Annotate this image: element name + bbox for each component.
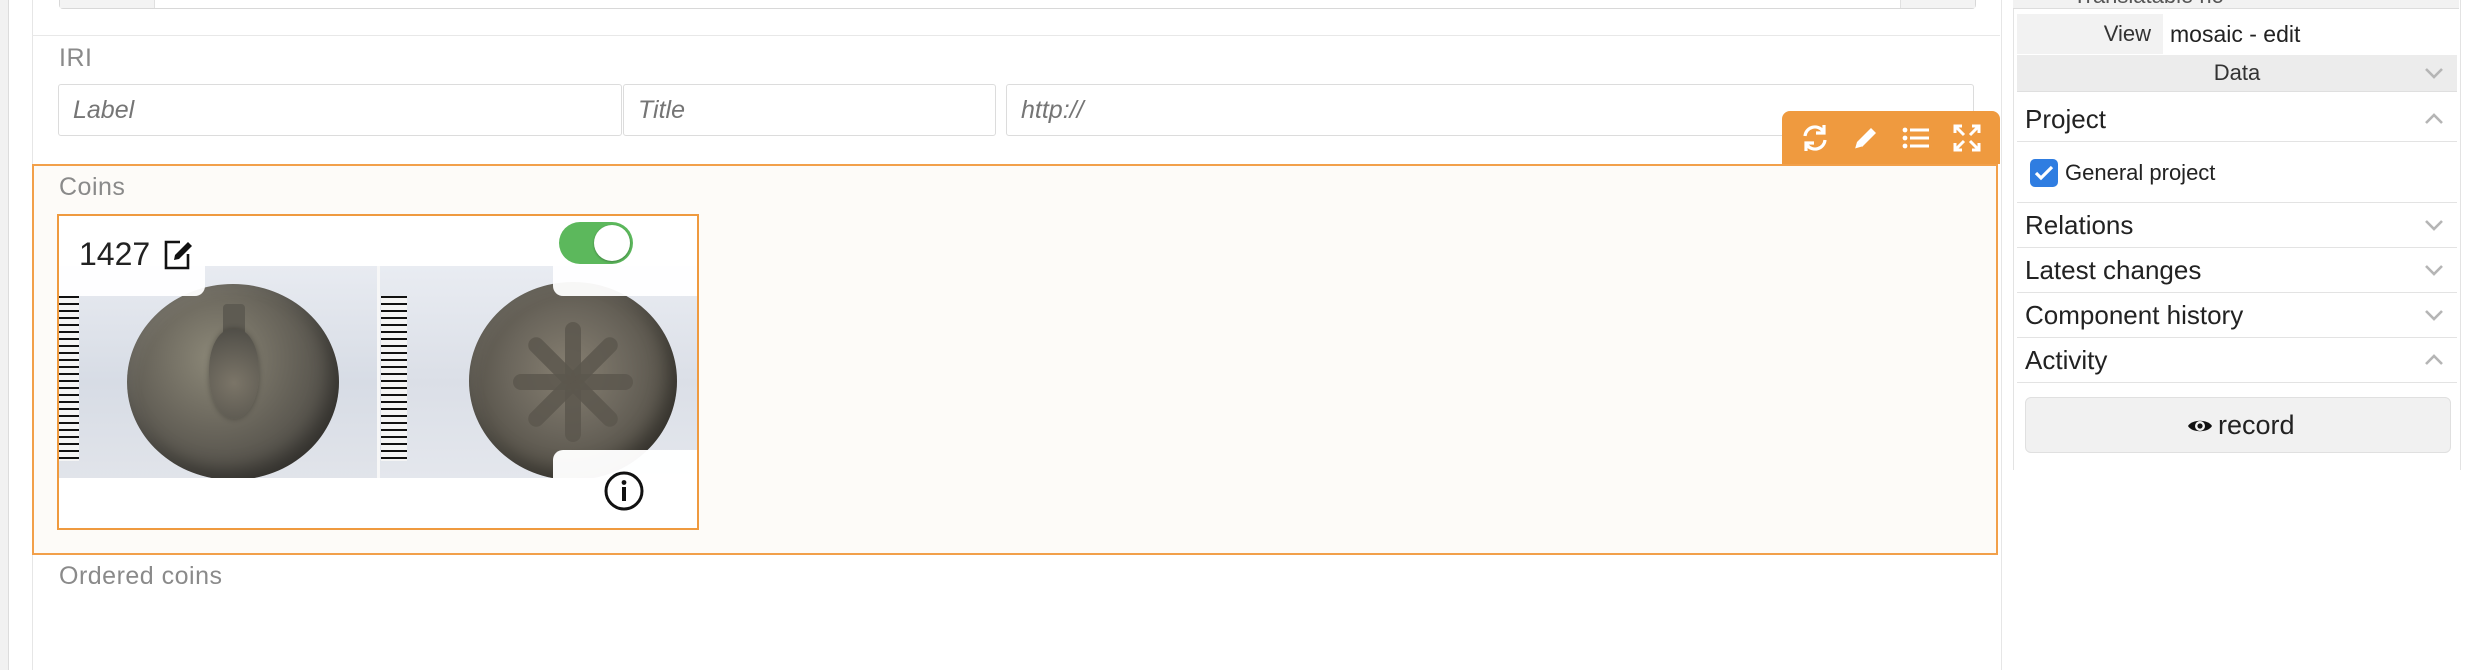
coin-card[interactable]: 1427 <box>57 214 699 530</box>
previous-field-right-segment <box>1900 0 1975 8</box>
sidebar-section-component-history[interactable]: Component history <box>2017 293 2457 338</box>
chevron-down-icon <box>2421 302 2447 328</box>
sidebar-top-row-cut: Translatable no <box>2013 0 2459 9</box>
record-button-label: record <box>2218 410 2295 440</box>
coin-photo-separator <box>377 266 380 478</box>
block-toolbar <box>1782 111 2000 164</box>
data-section-toggle[interactable]: Data <box>2017 55 2457 92</box>
chevron-up-icon <box>2421 106 2447 132</box>
publish-toggle[interactable] <box>559 222 633 264</box>
previous-field-left-segment <box>60 0 155 8</box>
iri-field-label: IRI <box>59 44 93 72</box>
sidebar-section-project[interactable]: Project <box>2017 97 2457 142</box>
coin-reverse <box>469 282 677 478</box>
info-icon[interactable] <box>603 470 645 512</box>
view-value[interactable]: mosaic - edit <box>2170 14 2300 54</box>
general-project-checkbox[interactable] <box>2030 159 2058 187</box>
chevron-down-icon <box>2421 60 2447 86</box>
previous-field-strip <box>59 0 1976 9</box>
publish-toggle-tag <box>553 216 697 296</box>
record-button[interactable]: record <box>2025 397 2451 453</box>
general-project-label: General project <box>2065 160 2216 185</box>
edit-block-button[interactable] <box>1846 118 1886 158</box>
checkmark-icon <box>2034 165 2054 181</box>
expand-button[interactable] <box>1947 118 1987 158</box>
sidebar-top-row-text: Translatable no <box>2073 0 2224 9</box>
record-id-tag: 1427 <box>59 216 205 296</box>
view-row: View mosaic - edit <box>2017 14 2457 54</box>
ruler-right <box>381 296 407 461</box>
chevron-down-icon <box>2421 212 2447 238</box>
chevron-down-icon <box>2421 257 2447 283</box>
ordered-coins-field-label: Ordered coins <box>59 562 223 590</box>
left-edge-strip <box>0 0 9 670</box>
record-id: 1427 <box>79 236 151 272</box>
info-tag <box>553 450 697 528</box>
list-button[interactable] <box>1896 118 1936 158</box>
coins-field-label: Coins <box>59 173 126 201</box>
relations-section-label: Relations <box>2025 210 2134 240</box>
iri-title-input[interactable] <box>623 84 996 136</box>
project-section-label: Project <box>2025 104 2106 134</box>
pencil-icon <box>1854 127 1876 149</box>
amphora-motif <box>209 329 259 419</box>
refresh-icon <box>1803 124 1827 151</box>
toggle-knob <box>594 225 630 261</box>
sidebar-section-relations[interactable]: Relations <box>2017 203 2457 248</box>
activity-section-label: Activity <box>2025 345 2108 375</box>
sidebar-section-latest-changes[interactable]: Latest changes <box>2017 248 2457 293</box>
latest-changes-section-label: Latest changes <box>2025 255 2202 285</box>
eye-icon <box>2186 412 2214 440</box>
coin-image <box>59 266 697 478</box>
component-history-section-label: Component history <box>2025 300 2244 330</box>
sidebar-section-activity[interactable]: Activity <box>2017 338 2457 383</box>
iri-label-input[interactable] <box>58 84 622 136</box>
section-divider <box>32 35 2000 36</box>
project-section-body: General project <box>2017 148 2457 203</box>
edit-record-icon[interactable] <box>160 238 194 272</box>
ruler-left <box>59 296 79 461</box>
chevron-up-icon <box>2421 347 2447 373</box>
expand-icon <box>1953 124 1981 151</box>
view-key: View <box>2017 14 2163 54</box>
refresh-button[interactable] <box>1795 118 1835 158</box>
list-icon <box>1902 127 1930 148</box>
data-section-label: Data <box>2213 60 2261 85</box>
coin-obverse <box>127 284 339 478</box>
